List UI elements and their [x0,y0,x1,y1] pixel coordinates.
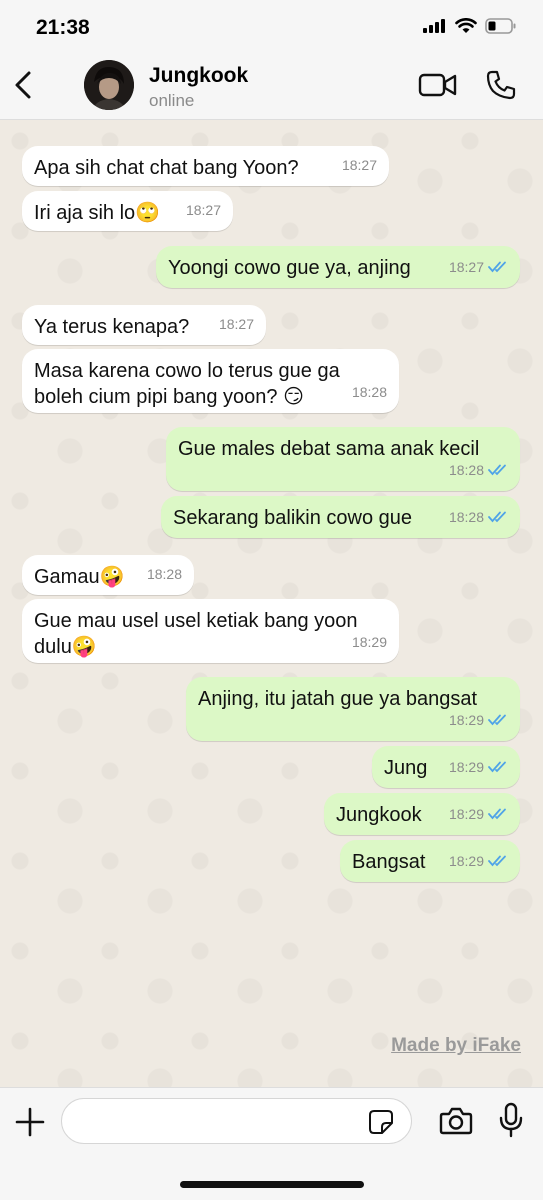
message-meta: 18:27 [186,197,221,223]
status-icons [423,18,517,34]
plus-icon[interactable] [14,1106,46,1138]
status-time: 21:38 [36,16,90,39]
message-meta: 18:28 [147,561,182,587]
message-bubble-incoming[interactable]: Masa karena cowo lo terus gue ga boleh c… [22,349,399,413]
message-meta: 18:29 [352,629,387,655]
contact-avatar[interactable] [84,60,134,110]
message-bubble-incoming[interactable]: Gamau🤪 18:28 [22,555,194,595]
message-bubble-outgoing[interactable]: Gue males debat sama anak kecil 18:28 [166,427,520,491]
message-time: 18:28 [448,462,484,478]
message-input[interactable] [61,1098,412,1144]
message-text: Yoongi cowo gue ya, anjing [168,257,411,279]
message-time: 18:29 [448,712,484,728]
message-meta: 18:29 [449,754,508,780]
message-bubble-outgoing[interactable]: Jung 18:29 [372,746,520,788]
message-meta: 18:28 [352,379,387,405]
watermark-link[interactable]: Made by iFake [391,1035,521,1057]
message-time: 18:27 [218,316,254,332]
message-time: 18:28 [351,384,387,400]
back-chevron-icon[interactable] [10,68,36,102]
message-text: Bangsat [352,851,426,873]
home-indicator [180,1181,364,1188]
message-text: Sekarang balikin cowo gue [173,507,413,529]
phone-icon[interactable] [485,69,517,101]
message-text: Gamau🤪 [34,566,125,588]
battery-icon [485,18,516,34]
message-time: 18:29 [448,806,484,822]
message-text: Ya terus kenapa? [34,316,190,338]
contact-name[interactable]: Jungkook [149,64,248,88]
double-check-icon [488,855,506,867]
double-check-icon [488,761,506,773]
message-text: Jungkook [336,804,422,826]
message-text: Apa sih chat chat bang Yoon? [34,157,299,179]
message-meta: 18:28 [449,457,508,483]
double-check-icon [488,464,506,476]
message-time: 18:29 [448,853,484,869]
message-time: 18:29 [448,759,484,775]
message-meta: 18:27 [449,254,508,280]
sticker-icon[interactable] [368,1109,394,1135]
double-check-icon [488,261,506,273]
message-text: Anjing, itu jatah gue ya bangsat [198,688,478,710]
camera-icon[interactable] [439,1105,473,1137]
double-check-icon [488,808,506,820]
message-time: 18:27 [448,259,484,275]
message-meta: 18:27 [219,311,254,337]
wifi-icon [455,18,477,33]
message-text: Gue males debat sama anak kecil [178,438,480,460]
video-camera-icon[interactable] [418,70,458,100]
chat-header: Jungkook online [0,50,543,120]
microphone-icon[interactable] [498,1102,524,1138]
message-bubble-outgoing[interactable]: Sekarang balikin cowo gue 18:28 [161,496,520,538]
message-meta: 18:27 [342,152,377,178]
status-bar: 21:38 [0,0,543,50]
message-text: Jung [384,757,428,779]
message-time: 18:28 [448,509,484,525]
message-bubble-outgoing[interactable]: Yoongi cowo gue ya, anjing 18:27 [156,246,520,288]
message-bubble-incoming[interactable]: Ya terus kenapa? 18:27 [22,305,266,345]
double-check-icon [488,511,506,523]
message-time: 18:29 [351,634,387,650]
double-check-icon [488,714,506,726]
message-bubble-outgoing[interactable]: Bangsat 18:29 [340,840,520,882]
message-time: 18:27 [185,202,221,218]
message-bubble-outgoing[interactable]: Anjing, itu jatah gue ya bangsat 18:29 [186,677,520,741]
message-time: 18:27 [341,157,377,173]
avatar-photo-icon [84,60,134,110]
cellular-signal-icon [423,19,445,33]
contact-status: online [149,91,195,110]
message-meta: 18:29 [449,707,508,733]
message-bubble-incoming[interactable]: Iri aja sih lo🙄 18:27 [22,191,233,231]
message-meta: 18:29 [449,801,508,827]
message-time: 18:28 [146,566,182,582]
message-text: Gue mau usel usel ketiak bang yoon dulu🤪 [34,610,358,658]
message-meta: 18:29 [449,848,508,874]
message-bubble-outgoing[interactable]: Jungkook 18:29 [324,793,520,835]
message-bubble-incoming[interactable]: Gue mau usel usel ketiak bang yoon dulu🤪… [22,599,399,663]
message-meta: 18:28 [449,504,508,530]
message-bubble-incoming[interactable]: Apa sih chat chat bang Yoon? 18:27 [22,146,389,186]
message-text: Masa karena cowo lo terus gue ga boleh c… [34,360,340,408]
message-text: Iri aja sih lo🙄 [34,202,161,224]
